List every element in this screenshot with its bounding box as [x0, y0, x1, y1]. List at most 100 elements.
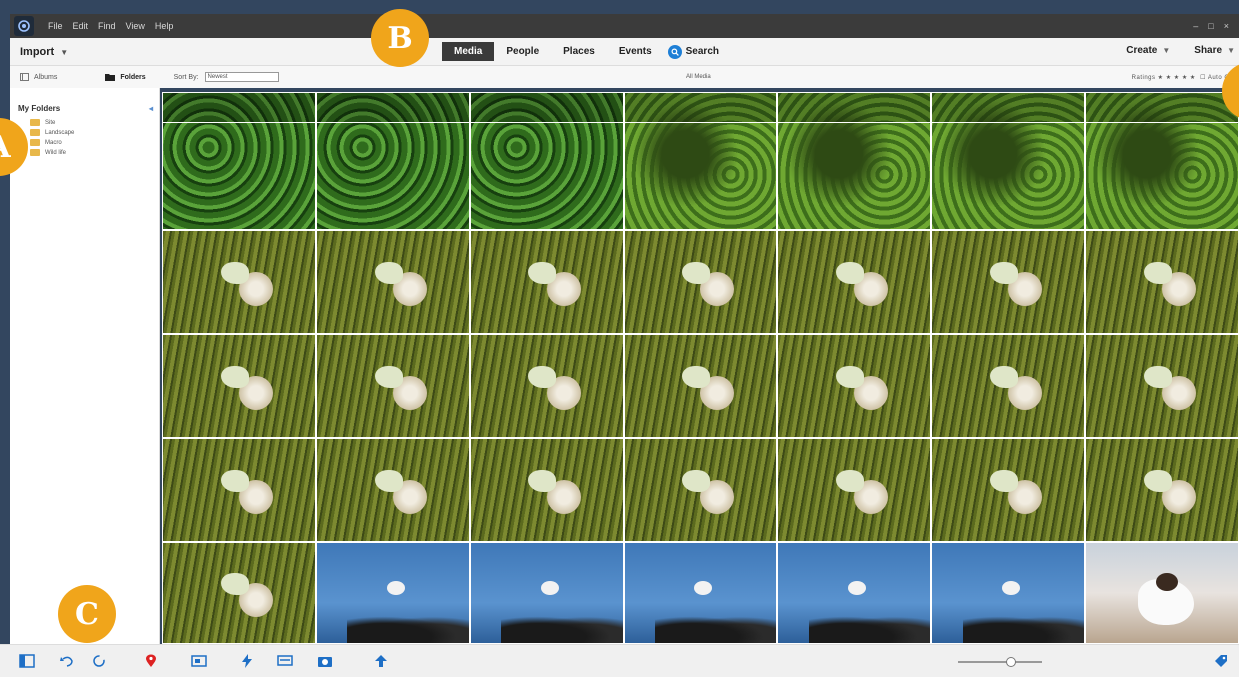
photo-thumbnail[interactable] [315, 334, 470, 438]
photo-thumbnail[interactable] [623, 230, 778, 334]
chevron-down-icon: ▼ [1227, 46, 1235, 55]
photo-thumbnail[interactable] [469, 334, 624, 438]
menu-edit[interactable]: Edit [73, 21, 89, 31]
window-controls: – □ × [1193, 21, 1229, 31]
menu-bar: File Edit Find View Help [48, 21, 173, 31]
tab-media[interactable]: Media [442, 42, 495, 61]
photo-thumbnail[interactable] [931, 542, 1086, 644]
butterfly-subject [989, 469, 1018, 492]
photo-thumbnail[interactable] [931, 334, 1086, 438]
my-folders-title: My Folders [18, 104, 61, 113]
photo-thumbnail[interactable] [162, 334, 316, 438]
photo-thumbnail[interactable] [162, 92, 316, 230]
photo-thumbnail[interactable] [162, 230, 316, 334]
panel-toggle-icon[interactable] [18, 653, 36, 669]
share-button[interactable]: Share ▼ [1194, 45, 1235, 56]
photo-thumbnail[interactable] [777, 230, 932, 334]
photo-thumbnail[interactable] [315, 230, 470, 334]
slideshow-icon[interactable] [190, 653, 208, 669]
menu-find[interactable]: Find [98, 21, 116, 31]
tab-places[interactable]: Places [551, 42, 607, 61]
photo-thumbnail[interactable] [469, 438, 624, 542]
ratings-filter[interactable]: Ratings ★ ★ ★ ★ ★ ☐ Auto Cu [1132, 74, 1233, 81]
import-button[interactable]: Import ▼ [20, 46, 68, 58]
photo-thumbnail[interactable] [1085, 92, 1239, 230]
photo-thumbnail[interactable] [623, 334, 778, 438]
photo-thumbnail[interactable] [777, 438, 932, 542]
gull-subject [694, 581, 713, 595]
photo-thumbnail[interactable] [931, 230, 1086, 334]
photo-thumbnail[interactable] [623, 542, 778, 644]
sort-select[interactable]: Newest [204, 72, 279, 82]
zoom-slider[interactable] [958, 657, 1042, 667]
folders-panel: My Folders ◂ Site Landscape Macro Wild l… [10, 88, 160, 644]
photo-thumbnail[interactable] [469, 230, 624, 334]
gull-subject [848, 581, 867, 595]
chevron-down-icon: ▼ [1162, 46, 1171, 55]
butterfly-subject [528, 365, 557, 388]
gull-subject [1002, 581, 1021, 595]
right-menu: Create ▼ Share ▼ [1126, 45, 1235, 56]
search-button[interactable]: Search [667, 44, 719, 59]
folder-item[interactable]: Macro [30, 139, 159, 146]
albums-button[interactable]: Albums [20, 73, 57, 81]
photo-thumbnail[interactable] [1085, 542, 1239, 644]
instant-fix-icon[interactable] [238, 653, 256, 669]
undo-icon[interactable] [58, 653, 76, 669]
menu-view[interactable]: View [126, 21, 145, 31]
rotate-icon[interactable] [90, 653, 108, 669]
photo-thumbnail[interactable] [315, 542, 470, 644]
close-button[interactable]: × [1224, 21, 1229, 31]
butterfly-subject [836, 261, 865, 284]
photo-thumbnail[interactable] [162, 542, 316, 644]
photo-thumbnail[interactable] [469, 92, 624, 230]
folder-item[interactable]: Wild life [30, 149, 159, 156]
photo-thumbnail[interactable] [1085, 438, 1239, 542]
search-icon [667, 44, 682, 59]
photo-thumbnail[interactable] [315, 92, 470, 230]
photo-thumbnail[interactable] [777, 92, 932, 230]
folder-item[interactable]: Landscape [30, 129, 159, 136]
tag-icon[interactable] [1212, 653, 1230, 669]
maximize-button[interactable]: □ [1208, 21, 1213, 31]
upload-icon[interactable] [372, 653, 390, 669]
folders-button[interactable]: Folders [105, 73, 146, 81]
photo-thumbnail[interactable] [469, 542, 624, 644]
photo-thumbnail[interactable] [623, 92, 778, 230]
photo-thumbnail[interactable] [1085, 230, 1239, 334]
menu-help[interactable]: Help [155, 21, 174, 31]
minimize-button[interactable]: – [1193, 21, 1198, 31]
import-label: Import [20, 45, 55, 58]
menu-file[interactable]: File [48, 21, 63, 31]
map-pin-icon[interactable] [142, 653, 160, 669]
collapse-panel-icon[interactable]: ◂ [149, 104, 153, 113]
editor-icon[interactable] [276, 653, 294, 669]
folder-icon [30, 129, 40, 136]
photo-thumbnail[interactable] [777, 334, 932, 438]
photo-thumbnail[interactable] [931, 92, 1086, 230]
folder-icon [30, 149, 40, 156]
tab-events[interactable]: Events [607, 42, 664, 61]
butterfly-subject [528, 261, 557, 284]
app-logo-icon [14, 16, 34, 36]
zoom-slider-handle[interactable] [1006, 657, 1016, 667]
callout-marker-b: B [371, 9, 429, 67]
butterfly-subject [682, 365, 711, 388]
photo-thumbnail[interactable] [931, 438, 1086, 542]
photo-thumbnail[interactable] [623, 438, 778, 542]
organizer-icon[interactable] [316, 653, 334, 669]
my-folders-header: My Folders ◂ [10, 88, 159, 113]
photo-thumbnail[interactable] [1085, 334, 1239, 438]
folder-item[interactable]: Site [30, 119, 159, 126]
thumbnail-top-strip [624, 93, 777, 123]
photo-thumbnail[interactable] [777, 542, 932, 644]
folder-label: Landscape [45, 129, 75, 136]
butterfly-subject [528, 469, 557, 492]
butterfly-subject [220, 365, 249, 388]
create-button[interactable]: Create ▼ [1126, 45, 1170, 56]
photo-thumbnail[interactable] [162, 438, 316, 542]
gull-subject [386, 581, 405, 595]
butterfly-subject [374, 469, 403, 492]
tab-people[interactable]: People [494, 42, 551, 61]
photo-thumbnail[interactable] [315, 438, 470, 542]
